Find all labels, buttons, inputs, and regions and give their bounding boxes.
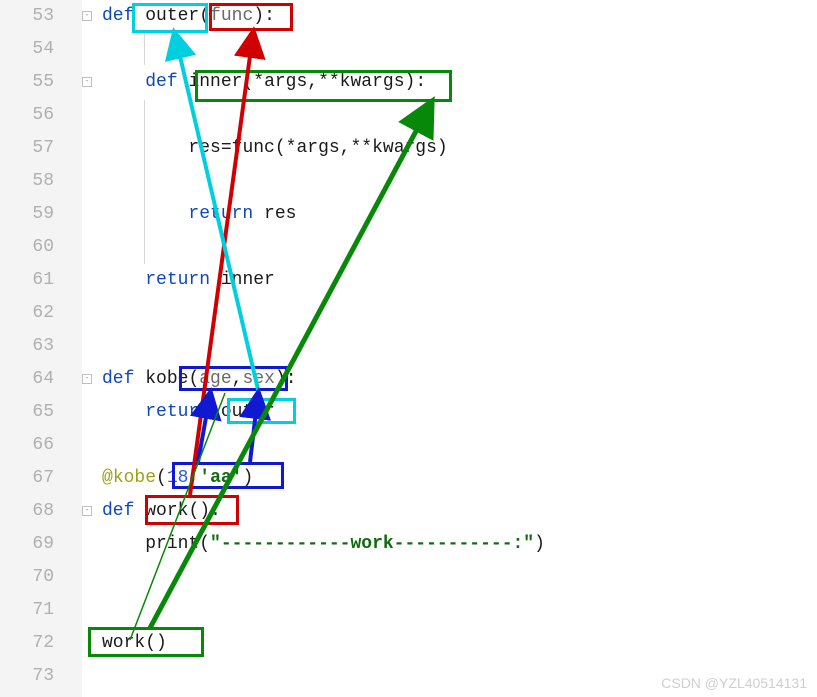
- function-name: outer: [145, 6, 199, 26]
- code-line: [102, 165, 817, 198]
- line-number: 65: [0, 396, 54, 429]
- code-line: res=func(*args,**kwargs): [102, 132, 817, 165]
- code-line: work(): [102, 627, 817, 660]
- line-number: 63: [0, 330, 54, 363]
- code-line: [102, 33, 817, 66]
- parameter: age: [199, 369, 231, 389]
- line-number: 69: [0, 528, 54, 561]
- line-number: 55: [0, 66, 54, 99]
- keyword-def: def: [102, 369, 134, 389]
- line-number: 54: [0, 33, 54, 66]
- line-number: 56: [0, 99, 54, 132]
- code-line: def kobe(age,sex):: [102, 363, 817, 396]
- decorator-at: @: [102, 468, 113, 488]
- code-line: def outer(func):: [102, 0, 817, 33]
- function-name: inner: [188, 72, 242, 92]
- line-number: 71: [0, 594, 54, 627]
- function-call: work: [102, 633, 145, 653]
- code-line: [102, 231, 817, 264]
- code-line: [102, 297, 817, 330]
- line-number: 73: [0, 660, 54, 693]
- parameters: *args,**kwargs: [253, 72, 404, 92]
- keyword-return: return: [188, 204, 253, 224]
- line-number: 68: [0, 495, 54, 528]
- line-number: 64: [0, 363, 54, 396]
- code-line: [102, 594, 817, 627]
- string-literal: "------------work-----------:": [210, 534, 534, 554]
- code-area[interactable]: def outer(func): def inner(*args,**kwarg…: [82, 0, 817, 697]
- keyword-def: def: [102, 6, 134, 26]
- line-number: 72: [0, 627, 54, 660]
- keyword-return: return: [145, 402, 210, 422]
- code-editor: 53 54 55 56 57 58 59 60 61 62 63 64 65 6…: [0, 0, 817, 697]
- code-line: [102, 429, 817, 462]
- line-number: 61: [0, 264, 54, 297]
- function-name: kobe: [145, 369, 188, 389]
- keyword-def: def: [145, 72, 177, 92]
- keyword-return: return: [145, 270, 210, 290]
- fold-marker-icon[interactable]: -: [82, 11, 92, 21]
- code-line: print("------------work-----------:"): [102, 528, 817, 561]
- line-number: 70: [0, 561, 54, 594]
- decorator-name: kobe: [113, 468, 156, 488]
- code-line: [102, 330, 817, 363]
- line-number: 60: [0, 231, 54, 264]
- fold-marker-icon[interactable]: -: [82, 77, 92, 87]
- parameter: func: [210, 6, 253, 26]
- line-number: 62: [0, 297, 54, 330]
- fold-column: - - - -: [82, 0, 96, 697]
- code-line: return outer: [102, 396, 817, 429]
- line-number: 58: [0, 165, 54, 198]
- line-number-gutter: 53 54 55 56 57 58 59 60 61 62 63 64 65 6…: [0, 0, 82, 697]
- fold-marker-icon[interactable]: -: [82, 374, 92, 384]
- line-number: 53: [0, 0, 54, 33]
- keyword-def: def: [102, 501, 134, 521]
- fold-marker-icon[interactable]: -: [82, 506, 92, 516]
- line-number: 67: [0, 462, 54, 495]
- code-line: return inner: [102, 264, 817, 297]
- code-line: [102, 99, 817, 132]
- code-line: [102, 561, 817, 594]
- line-number: 66: [0, 429, 54, 462]
- watermark-text: CSDN @YZL40514131: [661, 675, 807, 691]
- line-number: 57: [0, 132, 54, 165]
- code-line: @kobe(18,'aa'): [102, 462, 817, 495]
- code-line: def inner(*args,**kwargs):: [102, 66, 817, 99]
- code-line: return res: [102, 198, 817, 231]
- line-number: 59: [0, 198, 54, 231]
- function-name: work: [145, 501, 188, 521]
- parameter: sex: [242, 369, 274, 389]
- code-line: def work():: [102, 495, 817, 528]
